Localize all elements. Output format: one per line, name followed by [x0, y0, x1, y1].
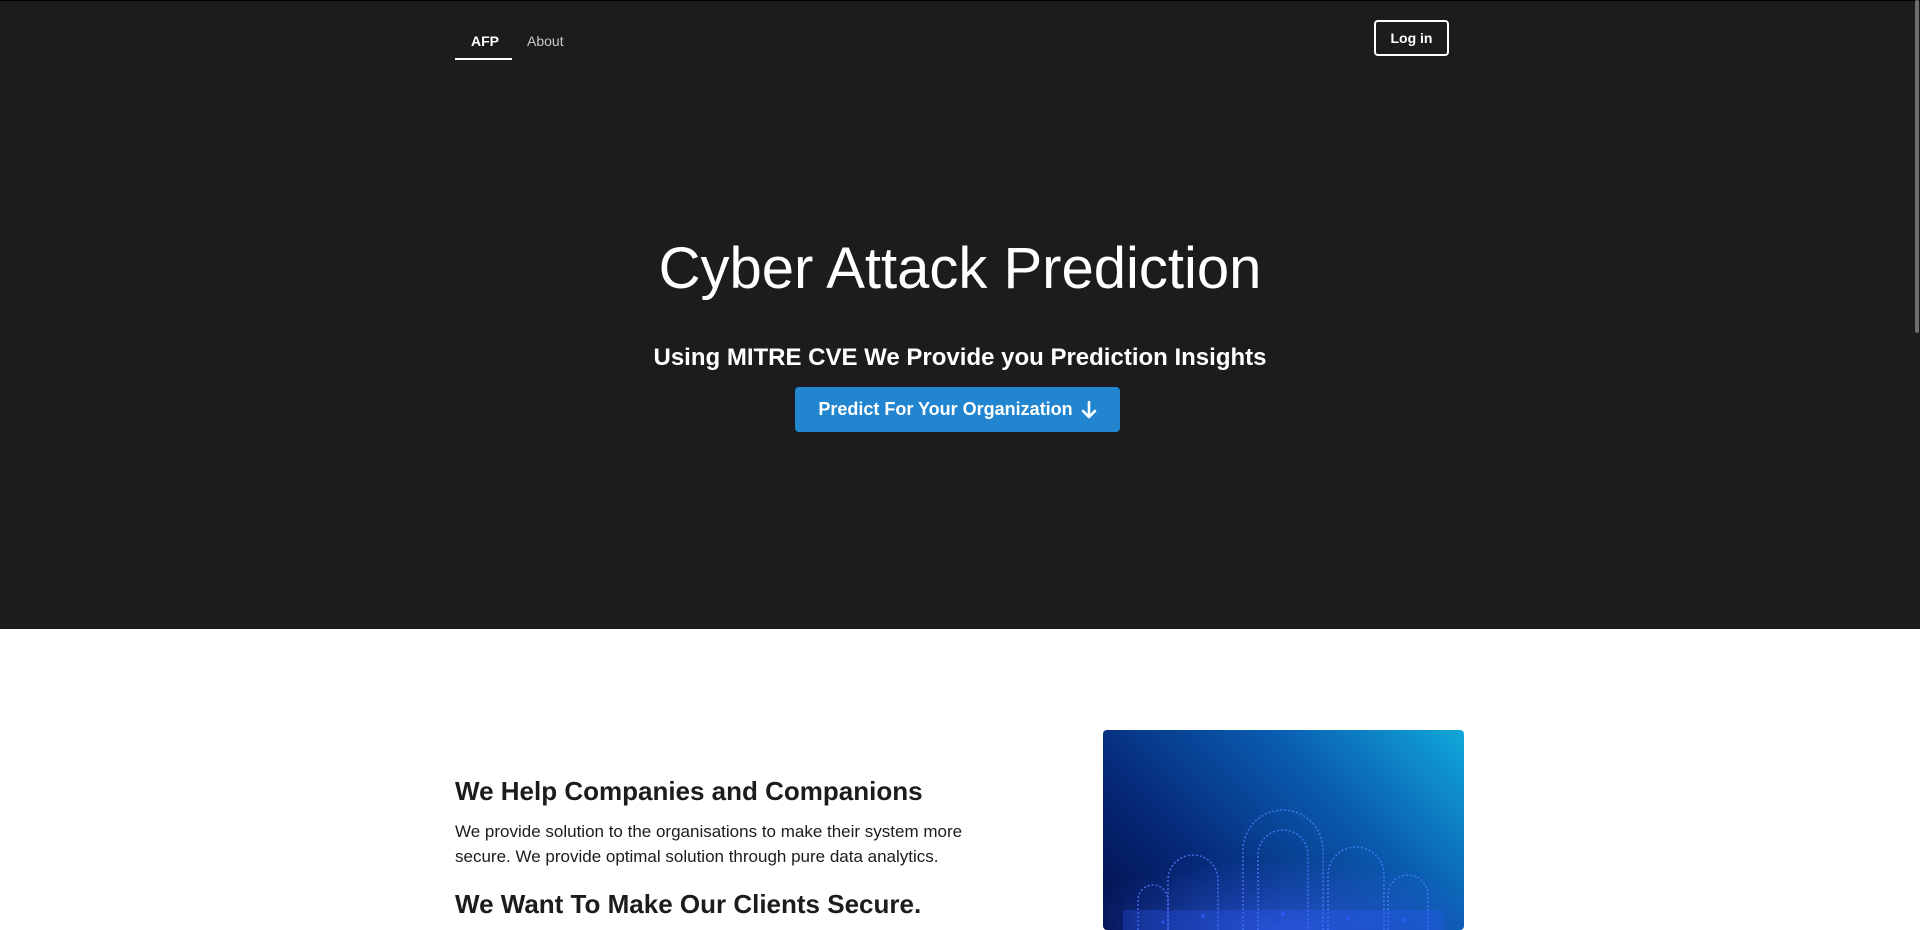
hero-subtitle: Using MITRE CVE We Provide you Predictio…: [653, 344, 1267, 371]
top-nav: AFP About Log in: [455, 1, 1455, 63]
about-section: We Help Companies and Companions We prov…: [0, 629, 1920, 930]
predict-button-label: Predict For Your Organization: [818, 399, 1073, 419]
nav-item-afp[interactable]: AFP: [471, 33, 499, 49]
scrollbar-thumb[interactable]: [1915, 0, 1919, 333]
section-heading-secure: We Want To Make Our Clients Secure.: [455, 889, 922, 919]
active-nav-indicator: [455, 58, 512, 60]
arrow-down-icon: [1081, 400, 1096, 418]
padlock-network-icon: [1103, 809, 1464, 930]
page-scrollbar[interactable]: [1915, 0, 1920, 920]
section-heading-help: We Help Companies and Companions: [455, 776, 923, 806]
nav-item-about[interactable]: About: [527, 33, 564, 49]
hero-title: Cyber Attack Prediction: [658, 236, 1262, 301]
security-image: [1103, 730, 1464, 930]
hero-section: AFP About Log in Cyber Attack Prediction…: [0, 0, 1920, 629]
section-paragraph: We provide solution to the organisations…: [455, 822, 963, 866]
predict-button[interactable]: Predict For Your Organization: [795, 387, 1120, 432]
login-button[interactable]: Log in: [1374, 20, 1449, 56]
